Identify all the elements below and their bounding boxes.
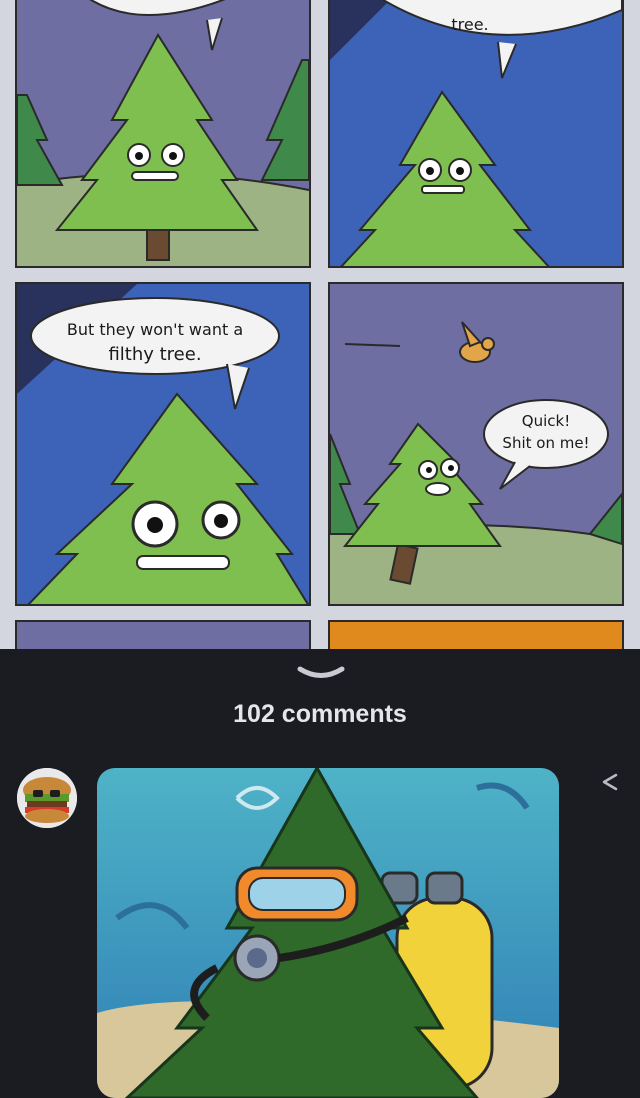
panel-3-caption-line-2: filthy tree. [108,344,201,365]
bird-icon [459,321,495,363]
comment-image[interactable] [97,768,559,1098]
comic-panel-4: Quick! Shit on me! [328,282,624,606]
panel-3-art: But they won't want a filthy tree. [17,284,309,604]
comic-image[interactable]: tree. But they won't want a filthy tree. [0,0,640,649]
comic-panel-6 [328,620,624,649]
panel-4-art: Quick! Shit on me! [330,321,622,604]
panel-2-art: tree. [330,0,622,266]
panel-4-caption-line-2: Shit on me! [502,434,589,452]
panel-3-caption-line-1: But they won't want a [67,320,243,339]
comic-panel-5 [15,620,311,649]
share-icon[interactable] [598,770,622,794]
comment-image-art [97,768,559,1098]
avatar[interactable] [17,768,77,828]
avatar-image [17,768,77,828]
chevron-down-icon[interactable] [296,664,346,686]
comic-panel-3: But they won't want a filthy tree. [15,282,311,606]
comic-panel-1 [15,0,311,268]
comments-count: 102 comments [233,700,407,728]
comic-panel-2: tree. [328,0,624,268]
panel-4-caption-line-1: Quick! [522,412,570,430]
panel-1-art [17,0,309,266]
panel-2-caption: tree. [451,15,488,34]
